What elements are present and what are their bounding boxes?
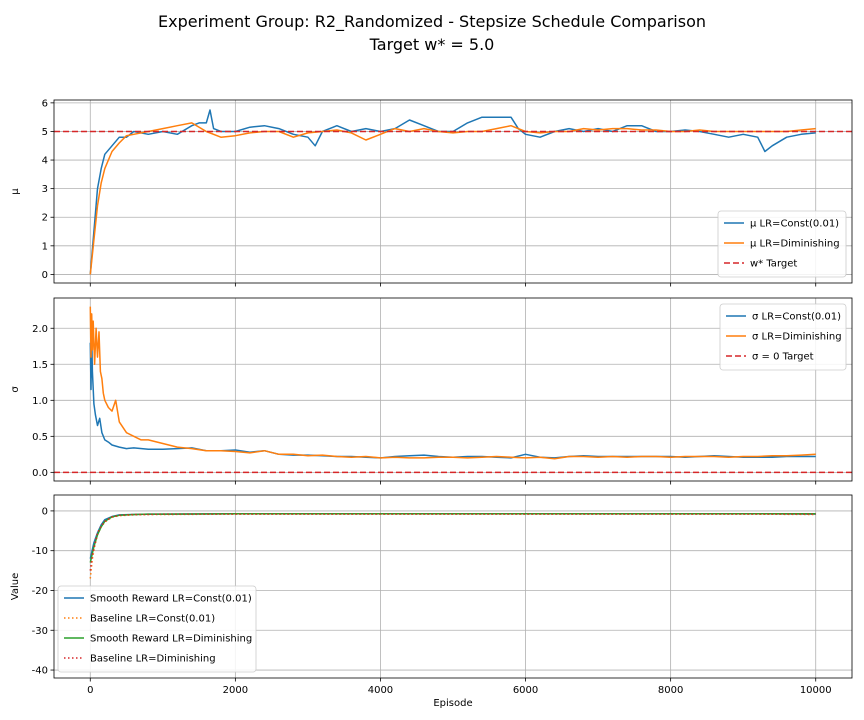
legend-entry-label: σ LR=Diminishing xyxy=(752,332,842,343)
y-tick-label: 0.0 xyxy=(32,468,48,479)
figure: Experiment Group: R2_Randomized - Stepsi… xyxy=(0,0,864,720)
legend-entry-label: μ LR=Const(0.01) xyxy=(750,219,839,230)
x-tick-label: 10000 xyxy=(800,685,832,696)
y-tick-label: 1 xyxy=(42,241,48,252)
y-tick-label: -10 xyxy=(32,546,48,557)
y-tick-label: 6 xyxy=(42,98,48,109)
x-tick-label: 2000 xyxy=(223,685,248,696)
legend: σ LR=Const(0.01) σ LR=Diminishing σ = 0 Ta… xyxy=(719,303,847,371)
y-tick-label: 0.5 xyxy=(32,432,48,443)
legend-entry-label: Smooth Reward LR=Diminishing xyxy=(90,634,252,645)
x-axis-label: Episode xyxy=(433,698,472,709)
y-tick-label: -20 xyxy=(32,586,48,597)
legend-entry-label: Smooth Reward LR=Const(0.01) xyxy=(90,594,252,605)
legend-entry-label: w* Target xyxy=(750,259,797,270)
legend-entry-label: σ = 0 Target xyxy=(752,352,814,363)
figure-title-line1: Experiment Group: R2_Randomized - Stepsi… xyxy=(158,12,706,32)
legend-entry-label: μ LR=Diminishing xyxy=(750,239,840,250)
legend-entry-label: σ LR=Const(0.01) xyxy=(752,312,841,323)
y-tick-label: 2.0 xyxy=(32,324,48,335)
y-axis-label: μ xyxy=(10,188,21,195)
y-tick-label: 1.5 xyxy=(32,360,48,371)
y-tick-label: -30 xyxy=(32,626,48,637)
x-tick-label: 4000 xyxy=(368,685,393,696)
legend-entry-label: Baseline LR=Const(0.01) xyxy=(90,614,215,625)
y-tick-label: 4 xyxy=(42,156,48,167)
y-axis-label: σ xyxy=(10,386,21,393)
y-tick-label: 1.0 xyxy=(32,396,48,407)
y-tick-label: -40 xyxy=(32,666,48,677)
x-tick-label: 0 xyxy=(87,685,93,696)
legend: μ LR=Const(0.01) μ LR=Diminishing w* Targe… xyxy=(717,210,847,278)
x-tick-label: 6000 xyxy=(513,685,538,696)
figure-title-line2: Target w* = 5.0 xyxy=(369,35,495,54)
y-tick-label: 3 xyxy=(42,184,48,195)
legend: Smooth Reward LR=Const(0.01) Baseline LR=… xyxy=(57,585,257,673)
y-tick-label: 5 xyxy=(42,127,48,138)
legend-entry-label: Baseline LR=Diminishing xyxy=(90,654,216,665)
y-axis-label: Value xyxy=(10,573,21,600)
y-tick-label: 0 xyxy=(42,270,48,281)
y-tick-label: 2 xyxy=(42,213,48,224)
y-tick-label: 0 xyxy=(42,506,48,517)
x-tick-label: 8000 xyxy=(658,685,683,696)
